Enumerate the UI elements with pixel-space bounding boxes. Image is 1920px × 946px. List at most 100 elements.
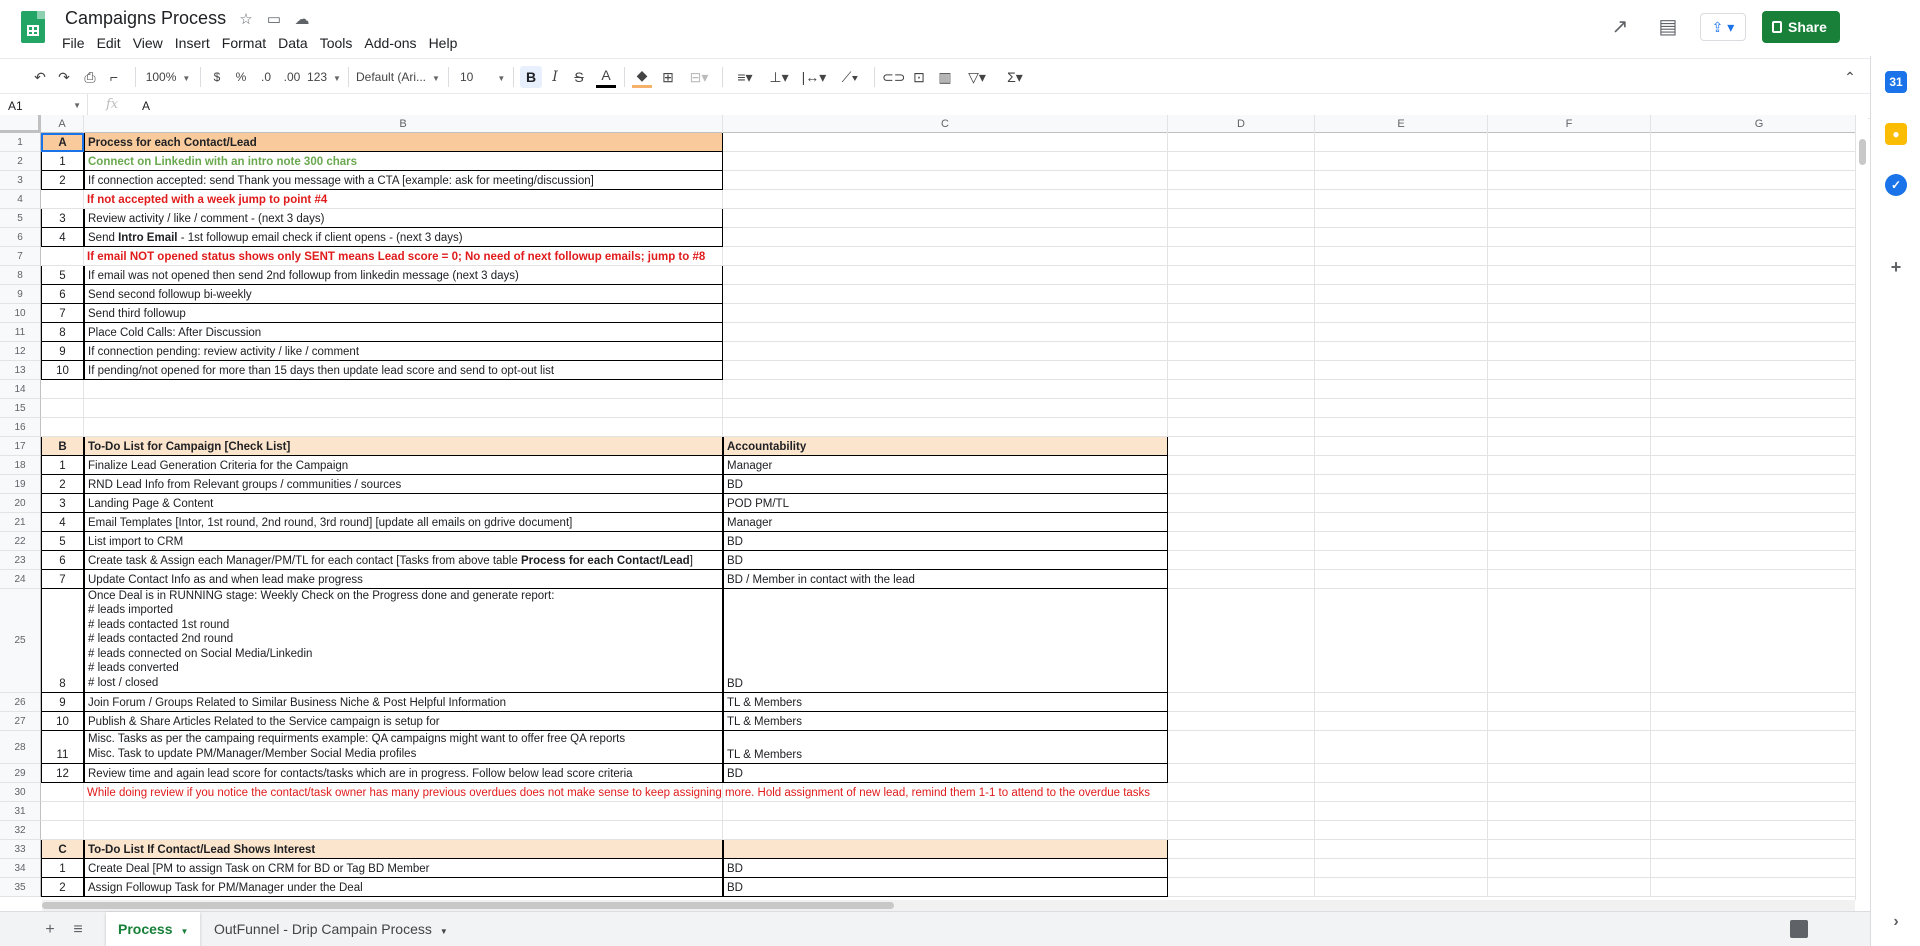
cell-b[interactable]: If not accepted with a week jump to poin… bbox=[84, 190, 723, 209]
cell-g[interactable] bbox=[1651, 783, 1868, 802]
row-header[interactable]: 16 bbox=[0, 418, 41, 437]
cell-d[interactable] bbox=[1168, 209, 1315, 228]
row-header[interactable]: 9 bbox=[0, 285, 41, 304]
cell-f[interactable] bbox=[1488, 532, 1651, 551]
cell-f[interactable] bbox=[1488, 840, 1651, 859]
cell-d[interactable] bbox=[1168, 152, 1315, 171]
cell-g[interactable] bbox=[1651, 513, 1868, 532]
cell-f[interactable] bbox=[1488, 342, 1651, 361]
horizontal-align-icon[interactable]: ≡▾ bbox=[730, 66, 760, 88]
cell-d[interactable] bbox=[1168, 456, 1315, 475]
row-header[interactable]: 6 bbox=[0, 228, 41, 247]
formula-input[interactable]: A bbox=[142, 99, 150, 113]
cell-g[interactable] bbox=[1651, 731, 1868, 764]
row-header[interactable]: 31 bbox=[0, 802, 41, 821]
row-header[interactable]: 15 bbox=[0, 399, 41, 418]
cell-g[interactable] bbox=[1651, 532, 1868, 551]
sheet-tab-process[interactable]: Process ▼ bbox=[106, 912, 201, 946]
cell-f[interactable] bbox=[1488, 802, 1651, 821]
row-header[interactable]: 32 bbox=[0, 821, 41, 840]
row-header[interactable]: 25 bbox=[0, 589, 41, 693]
cell-f[interactable] bbox=[1488, 266, 1651, 285]
cell-e[interactable] bbox=[1315, 456, 1488, 475]
cell-f[interactable] bbox=[1488, 513, 1651, 532]
cell-e[interactable] bbox=[1315, 437, 1488, 456]
cell-c[interactable] bbox=[723, 133, 1168, 152]
cell-g[interactable] bbox=[1651, 456, 1868, 475]
cell-f[interactable] bbox=[1488, 171, 1651, 190]
cell-e[interactable] bbox=[1315, 323, 1488, 342]
cell-g[interactable] bbox=[1651, 247, 1868, 266]
present-button[interactable]: ⇪ ▾ bbox=[1700, 13, 1746, 41]
vertical-scroll-thumb[interactable] bbox=[1859, 139, 1866, 165]
menu-insert[interactable]: Insert bbox=[169, 33, 216, 53]
cell-a[interactable] bbox=[41, 821, 84, 840]
row-header[interactable]: 12 bbox=[0, 342, 41, 361]
column-header-e[interactable]: E bbox=[1315, 115, 1488, 133]
menu-addons[interactable]: Add-ons bbox=[358, 33, 422, 53]
cell-b[interactable]: List import to CRM bbox=[84, 532, 723, 551]
menu-format[interactable]: Format bbox=[216, 33, 272, 53]
cell-e[interactable] bbox=[1315, 342, 1488, 361]
add-sheet-icon[interactable]: + bbox=[38, 918, 62, 942]
cell-c[interactable]: TL & Members bbox=[723, 712, 1168, 731]
cell-e[interactable] bbox=[1315, 475, 1488, 494]
cell-b[interactable]: Once Deal is in RUNNING stage: Weekly Ch… bbox=[84, 589, 723, 693]
cell-c[interactable] bbox=[723, 171, 1168, 190]
cell-c[interactable] bbox=[723, 821, 1168, 840]
insert-chart-icon[interactable]: ▥ bbox=[934, 66, 956, 88]
cell-a[interactable]: 2 bbox=[41, 878, 84, 897]
cell-a[interactable]: 6 bbox=[41, 285, 84, 304]
text-wrap-icon[interactable]: |↔▾ bbox=[798, 66, 830, 88]
cell-f[interactable] bbox=[1488, 418, 1651, 437]
cell-f[interactable] bbox=[1488, 475, 1651, 494]
cell-g[interactable] bbox=[1651, 802, 1868, 821]
cell-f[interactable] bbox=[1488, 551, 1651, 570]
cell-f[interactable] bbox=[1488, 494, 1651, 513]
cell-e[interactable] bbox=[1315, 247, 1488, 266]
column-header-g[interactable]: G bbox=[1651, 115, 1868, 133]
horizontal-scroll-thumb[interactable] bbox=[42, 902, 894, 909]
insert-comment-icon[interactable]: ⊡ bbox=[908, 66, 930, 88]
redo-icon[interactable]: ↷ bbox=[54, 66, 74, 88]
cell-d[interactable] bbox=[1168, 494, 1315, 513]
column-header-f[interactable]: F bbox=[1488, 115, 1651, 133]
cell-e[interactable] bbox=[1315, 190, 1488, 209]
cell-c[interactable]: BD bbox=[723, 589, 1168, 693]
cell-b[interactable]: Send Intro Email - 1st followup email ch… bbox=[84, 228, 723, 247]
zoom-select[interactable]: 100% ▼ bbox=[142, 66, 194, 88]
row-header[interactable]: 2 bbox=[0, 152, 41, 171]
borders-icon[interactable]: ⊞ bbox=[658, 66, 678, 88]
cell-d[interactable] bbox=[1168, 133, 1315, 152]
strikethrough-button[interactable]: S bbox=[570, 66, 588, 88]
cell-g[interactable] bbox=[1651, 133, 1868, 152]
cell-a[interactable]: 8 bbox=[41, 589, 84, 693]
cell-e[interactable] bbox=[1315, 380, 1488, 399]
cell-e[interactable] bbox=[1315, 513, 1488, 532]
cell-c[interactable]: Manager bbox=[723, 513, 1168, 532]
cell-c[interactable]: BD / Member in contact with the lead bbox=[723, 570, 1168, 589]
cell-e[interactable] bbox=[1315, 712, 1488, 731]
cell-b[interactable]: Assign Followup Task for PM/Manager unde… bbox=[84, 878, 723, 897]
row-header[interactable]: 19 bbox=[0, 475, 41, 494]
cell-e[interactable] bbox=[1315, 361, 1488, 380]
row-header[interactable]: 22 bbox=[0, 532, 41, 551]
row-header[interactable]: 35 bbox=[0, 878, 41, 897]
cell-g[interactable] bbox=[1651, 570, 1868, 589]
cell-c[interactable]: BD bbox=[723, 859, 1168, 878]
cell-b[interactable]: If pending/not opened for more than 15 d… bbox=[84, 361, 723, 380]
cell-d[interactable] bbox=[1168, 859, 1315, 878]
cell-d[interactable] bbox=[1168, 304, 1315, 323]
cell-c[interactable] bbox=[723, 285, 1168, 304]
cell-a[interactable]: 4 bbox=[41, 228, 84, 247]
text-rotation-icon[interactable]: ⟋▾ bbox=[834, 66, 866, 88]
cell-a[interactable] bbox=[41, 380, 84, 399]
cell-d[interactable] bbox=[1168, 532, 1315, 551]
cell-d[interactable] bbox=[1168, 570, 1315, 589]
move-folder-icon[interactable]: ▭ bbox=[264, 10, 284, 30]
cell-g[interactable] bbox=[1651, 361, 1868, 380]
cell-b[interactable]: If email NOT opened status shows only SE… bbox=[84, 247, 723, 266]
cell-d[interactable] bbox=[1168, 764, 1315, 783]
cell-d[interactable] bbox=[1168, 821, 1315, 840]
cell-d[interactable] bbox=[1168, 285, 1315, 304]
